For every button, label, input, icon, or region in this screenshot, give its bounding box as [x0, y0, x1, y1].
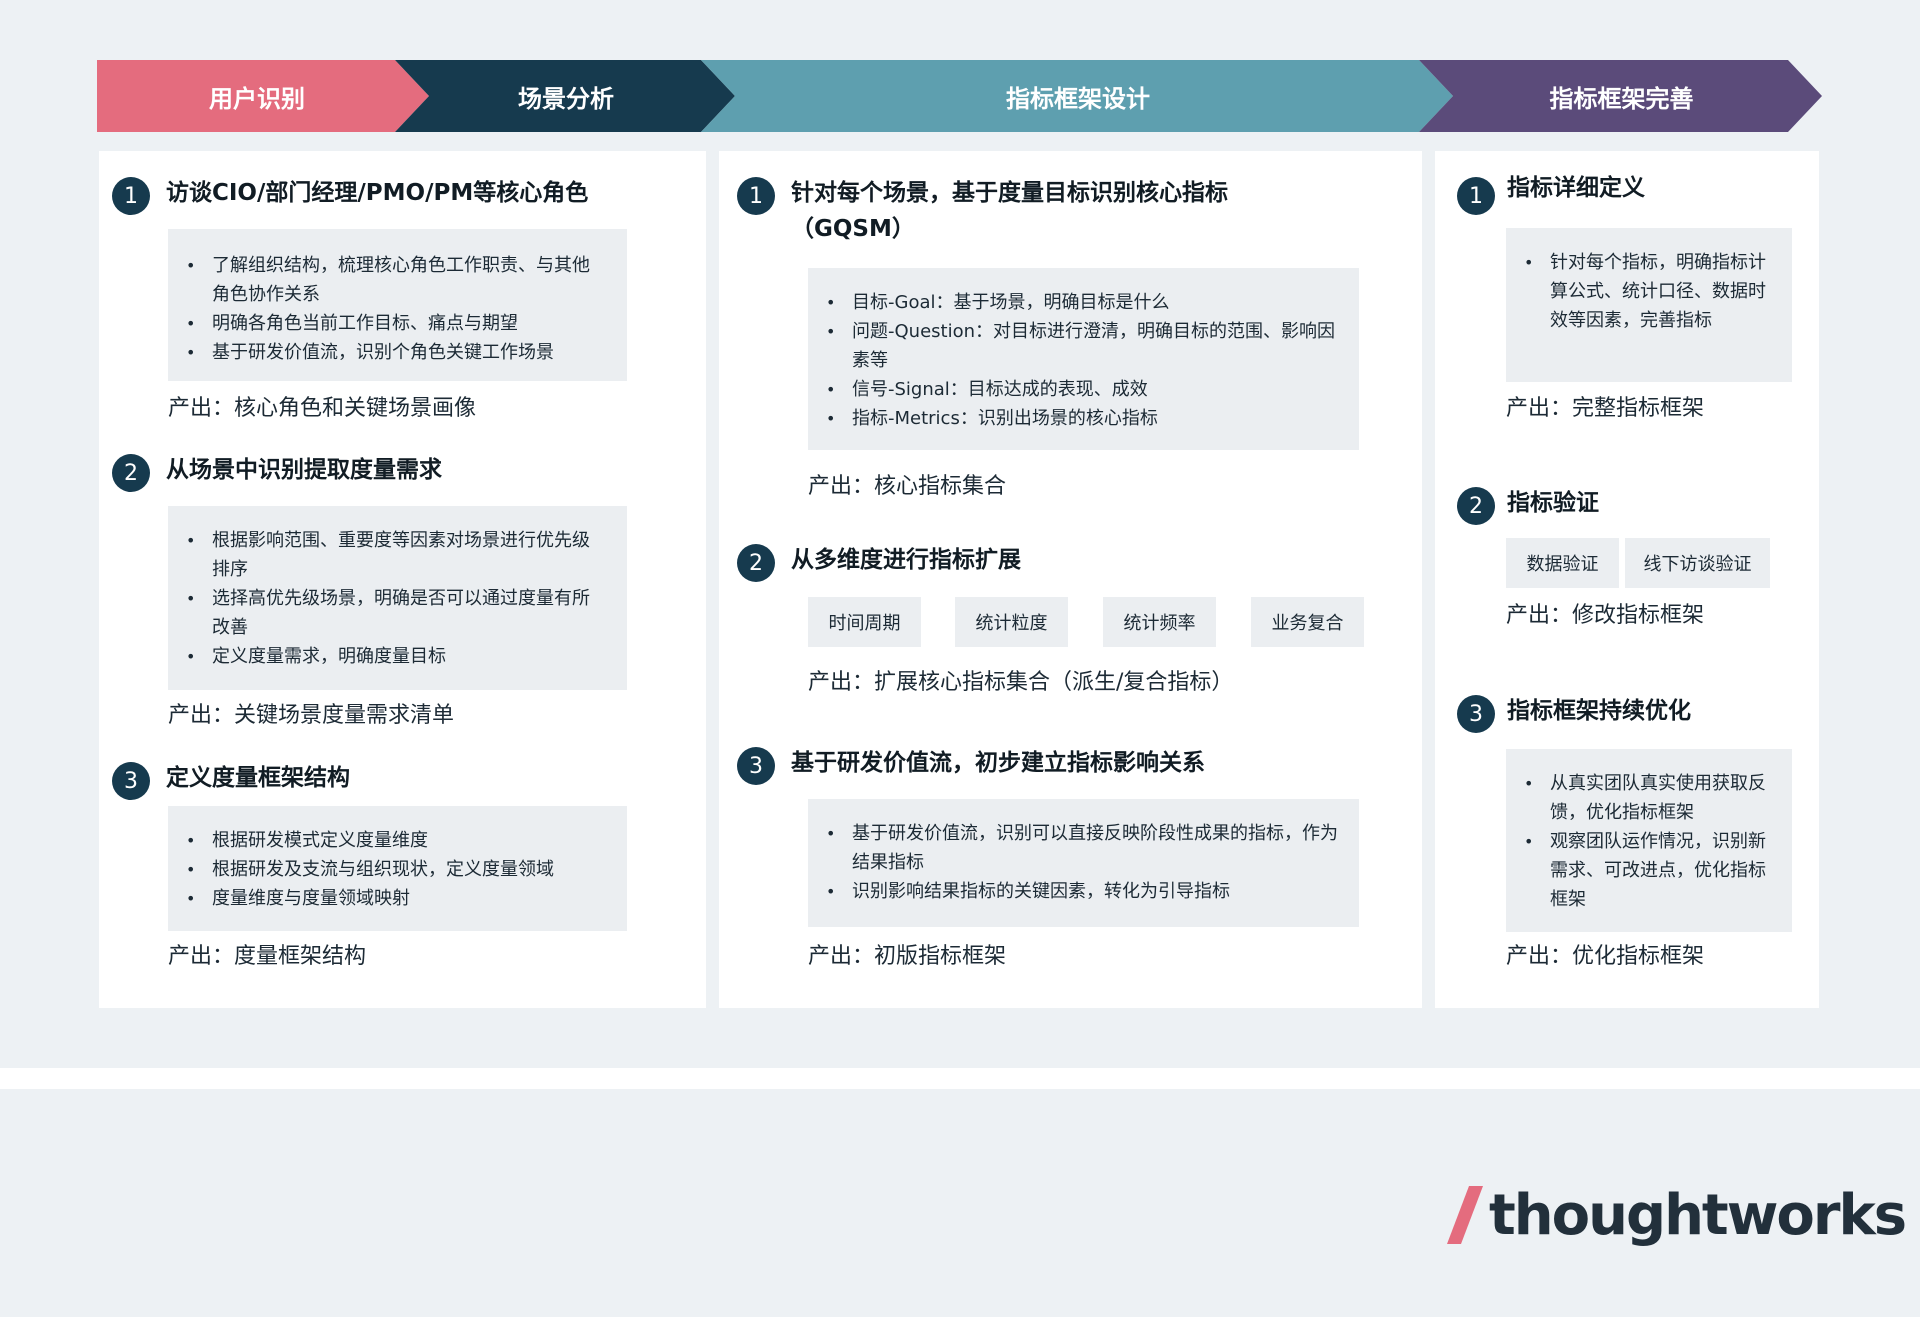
bullet-item: 识别影响结果指标的关键因素，转化为引导指标 [822, 877, 1339, 906]
output-text: 产出：修改指标框架 [1506, 603, 1705, 628]
bullet-box: 了解组织结构，梳理核心角色工作职责、与其他角色协作关系 明确各角色当前工作目标、… [168, 229, 627, 381]
step-number-badge: 1 [1457, 177, 1495, 215]
section-title: 从场景中识别提取度量需求 [166, 457, 442, 483]
bullet-item: 指标-Metrics：识别出场景的核心指标 [822, 404, 1339, 433]
step-number-badge: 1 [112, 177, 150, 215]
stage-metric-framework-refinement: 指标框架完善 [1549, 84, 1694, 113]
process-stages: 用户识别 场景分析 指标框架设计 指标框架完善 [97, 60, 1822, 132]
divider-band [0, 1068, 1920, 1089]
step-number-badge: 1 [737, 177, 775, 215]
step-number-badge: 3 [112, 762, 150, 800]
section-header: 3 指标框架持续优化 [1457, 695, 1691, 733]
step-number-badge: 3 [1457, 695, 1495, 733]
bullet-item: 了解组织结构，梳理核心角色工作职责、与其他角色协作关系 [182, 251, 607, 309]
panel-metric-refinement: 1 指标详细定义 针对每个指标，明确指标计算公式、统计口径、数据时效等因素，完善… [1435, 151, 1819, 1008]
logo-wordmark: thoughtworks [1489, 1182, 1907, 1248]
dimension-tag-granularity: 统计粒度 [955, 597, 1068, 647]
bullet-item: 问题-Question：对目标进行澄清，明确目标的范围、影响因素等 [822, 317, 1339, 375]
logo-slash-icon [1447, 1186, 1487, 1244]
bullet-item: 基于研发价值流，识别个角色关键工作场景 [182, 338, 607, 367]
bullet-item: 选择高优先级场景，明确是否可以通过度量有所改善 [182, 584, 607, 642]
bullet-item: 根据研发模式定义度量维度 [182, 826, 607, 855]
section-title: 指标详细定义 [1507, 175, 1645, 201]
section-header: 1 针对每个场景，基于度量目标识别核心指标 （GQSM） [737, 177, 1228, 247]
output-text: 产出：扩展核心指标集合（派生/复合指标） [808, 670, 1234, 695]
bullet-box: 根据研发模式定义度量维度 根据研发及支流与组织现状，定义度量领域 度量维度与度量… [168, 806, 627, 931]
bullet-item: 信号-Signal：目标达成的表现、成效 [822, 375, 1339, 404]
stage-scenario-analysis: 场景分析 [518, 84, 614, 113]
section-title: 针对每个场景，基于度量目标识别核心指标 （GQSM） [791, 180, 1228, 242]
section-header: 2 从场景中识别提取度量需求 [112, 454, 442, 492]
section-title: 定义度量框架结构 [166, 765, 350, 791]
bullet-item: 观察团队运作情况，识别新需求、可改进点，优化指标框架 [1520, 827, 1778, 914]
step-number-badge: 3 [737, 747, 775, 785]
output-text: 产出：核心角色和关键场景画像 [168, 396, 477, 421]
section-header: 3 定义度量框架结构 [112, 762, 350, 800]
bullet-item: 根据影响范围、重要度等因素对场景进行优先级排序 [182, 526, 607, 584]
step-number-badge: 2 [737, 544, 775, 582]
section-header: 1 访谈CIO/部门经理/PMO/PM等核心角色 [112, 177, 588, 215]
stage-metric-framework-design: 指标框架设计 [1006, 84, 1150, 113]
bullet-item: 针对每个指标，明确指标计算公式、统计口径、数据时效等因素，完善指标 [1520, 248, 1778, 335]
panel-metric-design: 1 针对每个场景，基于度量目标识别核心指标 （GQSM） 目标-Goal：基于场… [719, 151, 1422, 1008]
bullet-box: 目标-Goal：基于场景，明确目标是什么 问题-Question：对目标进行澄清… [808, 268, 1359, 450]
dimension-tag-time-period: 时间周期 [808, 597, 921, 647]
bullet-box: 针对每个指标，明确指标计算公式、统计口径、数据时效等因素，完善指标 [1506, 228, 1792, 382]
section-title: 指标框架持续优化 [1507, 698, 1691, 724]
bullet-item: 根据研发及支流与组织现状，定义度量领域 [182, 855, 607, 884]
step-number-badge: 2 [112, 454, 150, 492]
panel-user-scenario: 1 访谈CIO/部门经理/PMO/PM等核心角色 了解组织结构，梳理核心角色工作… [99, 151, 706, 1008]
section-title: 从多维度进行指标扩展 [791, 547, 1021, 573]
dimension-tag-business-composite: 业务复合 [1251, 597, 1364, 647]
output-text: 产出：关键场景度量需求清单 [168, 703, 455, 728]
bullet-item: 度量维度与度量领域映射 [182, 884, 607, 913]
section-title: 指标验证 [1507, 490, 1599, 516]
stage-user-identification: 用户识别 [209, 84, 305, 113]
section-title: 访谈CIO/部门经理/PMO/PM等核心角色 [166, 180, 589, 206]
section-header: 2 从多维度进行指标扩展 [737, 544, 1021, 582]
bullet-item: 明确各角色当前工作目标、痛点与期望 [182, 309, 607, 338]
validation-tag-data: 数据验证 [1506, 538, 1619, 588]
bullet-item: 从真实团队真实使用获取反馈，优化指标框架 [1520, 769, 1778, 827]
output-text: 产出：完整指标框架 [1506, 396, 1705, 421]
bullet-item: 目标-Goal：基于场景，明确目标是什么 [822, 288, 1339, 317]
step-number-badge: 2 [1457, 487, 1495, 525]
output-text: 产出：优化指标框架 [1506, 944, 1705, 969]
output-text: 产出：初版指标框架 [808, 944, 1007, 969]
section-header: 2 指标验证 [1457, 487, 1599, 525]
output-text: 产出：度量框架结构 [168, 944, 367, 969]
bullet-box: 基于研发价值流，识别可以直接反映阶段性成果的指标，作为结果指标 识别影响结果指标… [808, 799, 1359, 927]
section-header: 1 指标详细定义 [1457, 175, 1645, 215]
output-text: 产出：核心指标集合 [808, 474, 1007, 499]
section-header: 3 基于研发价值流，初步建立指标影响关系 [737, 747, 1205, 785]
section-title: 基于研发价值流，初步建立指标影响关系 [791, 750, 1205, 776]
validation-tag-interview: 线下访谈验证 [1625, 538, 1770, 588]
dimension-tag-frequency: 统计频率 [1103, 597, 1216, 647]
bullet-item: 定义度量需求，明确度量目标 [182, 642, 607, 671]
bullet-item: 基于研发价值流，识别可以直接反映阶段性成果的指标，作为结果指标 [822, 819, 1339, 877]
bullet-box: 从真实团队真实使用获取反馈，优化指标框架 观察团队运作情况，识别新需求、可改进点… [1506, 749, 1792, 932]
bullet-box: 根据影响范围、重要度等因素对场景进行优先级排序 选择高优先级场景，明确是否可以通… [168, 506, 627, 690]
thoughtworks-logo: thoughtworks [1447, 1180, 1907, 1250]
